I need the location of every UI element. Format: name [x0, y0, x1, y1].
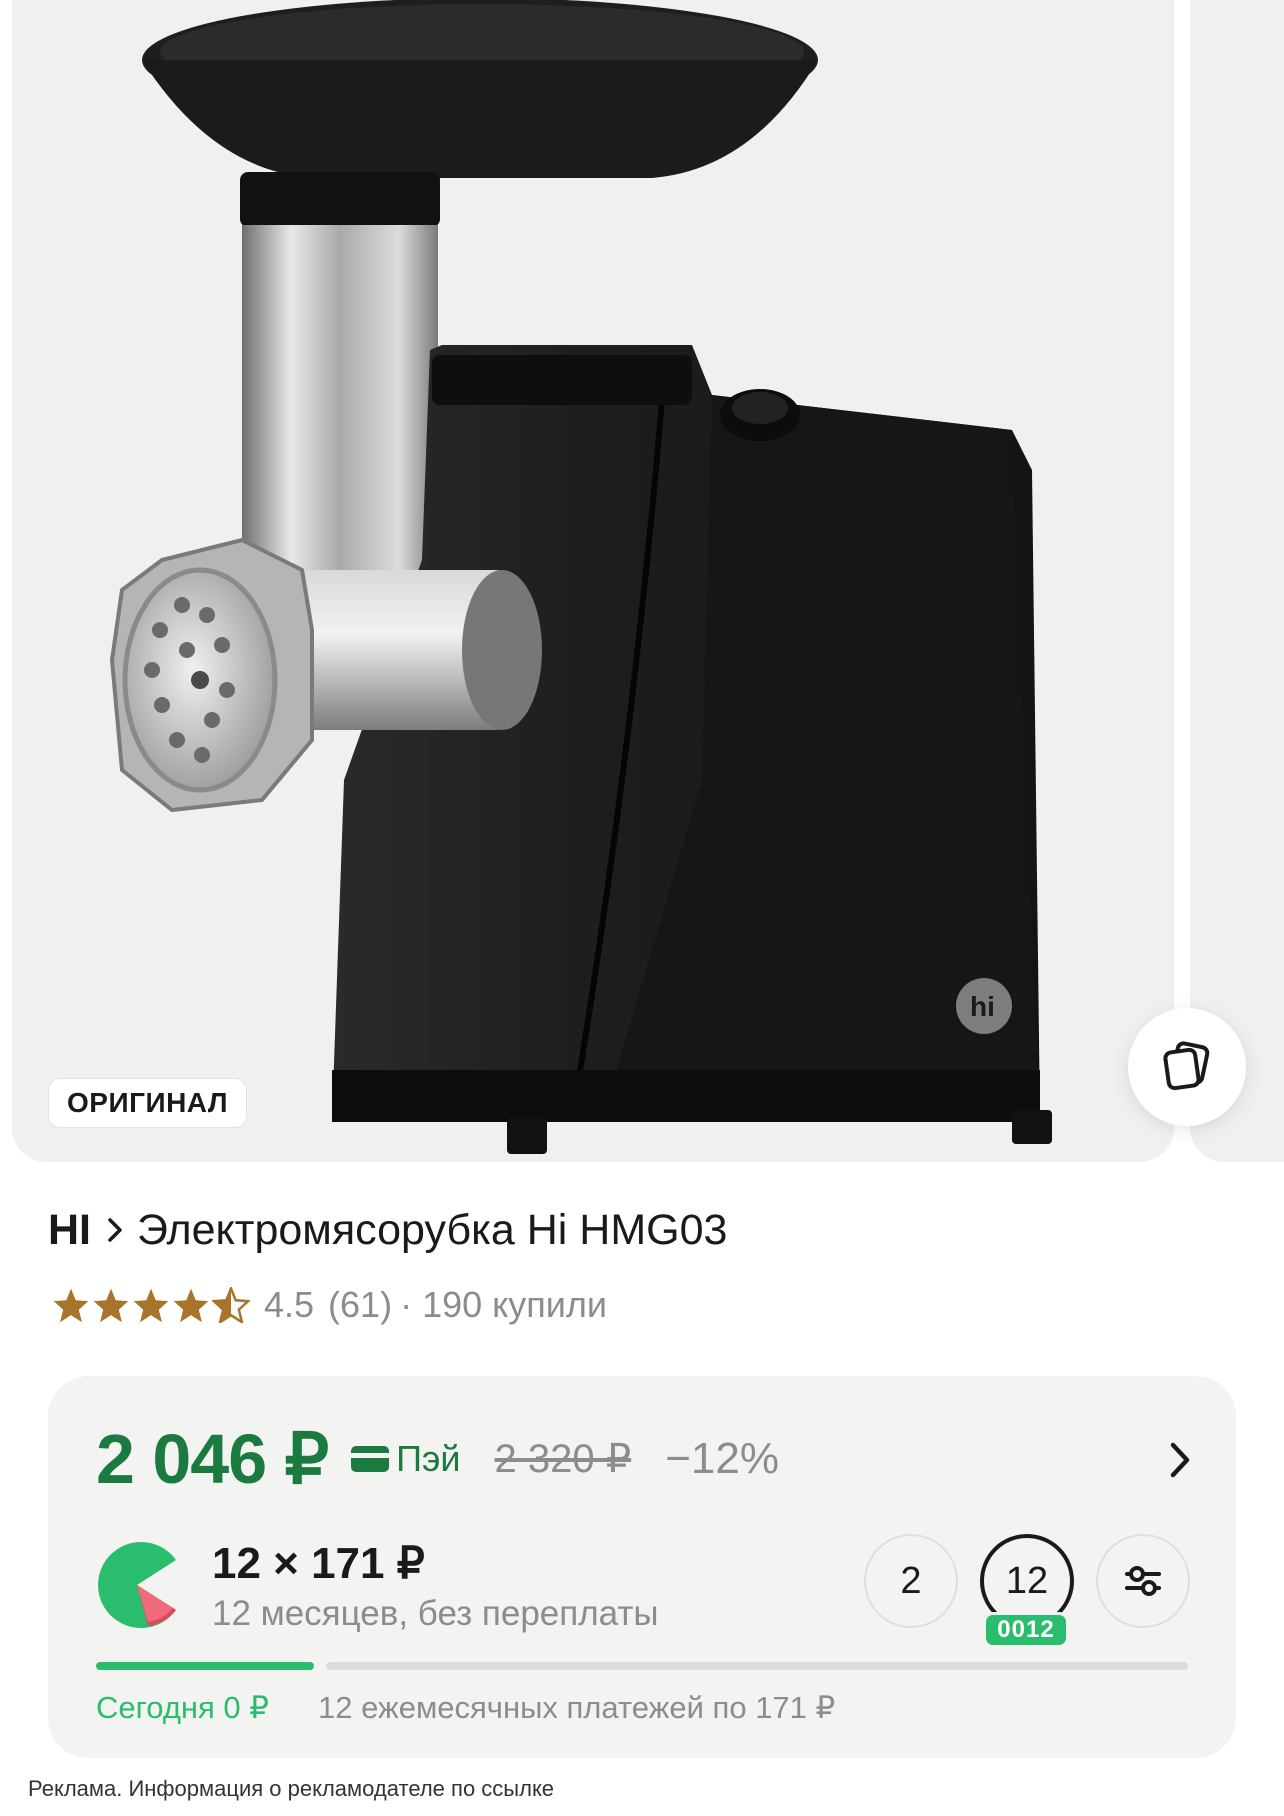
payment-progress [96, 1662, 1188, 1670]
star-icon [53, 1288, 89, 1323]
split-settings-button[interactable] [1096, 1534, 1190, 1628]
rating-row[interactable]: 4.5 (61) · 190 купили [52, 1284, 608, 1326]
brand-link[interactable]: HI [48, 1206, 91, 1255]
price-row: 2 046 ₽ Пэй 2 320 ₽ −12% [96, 1414, 779, 1504]
chevron-right-icon [107, 1217, 123, 1243]
half-star-icon [212, 1287, 250, 1323]
next-photo-preview[interactable] [1190, 0, 1284, 1162]
price-details-chevron-icon[interactable] [1160, 1438, 1200, 1482]
original-badge: ОРИГИНАЛ [48, 1078, 248, 1128]
star-icon [93, 1288, 129, 1323]
price-card[interactable]: 2 046 ₽ Пэй 2 320 ₽ −12% 12 × 171 ₽ 12 м… [48, 1376, 1236, 1758]
bought-count: · 190 купили [400, 1284, 608, 1325]
progress-paid-segment [96, 1662, 314, 1670]
ad-notice[interactable]: Реклама. Информация о рекламодателе по с… [28, 1776, 554, 1802]
pay-card-icon [350, 1444, 390, 1474]
reviews-count[interactable]: (61) [328, 1284, 392, 1326]
rating-value: 4.5 [264, 1284, 315, 1325]
split-amount: 12 × 171 ₽ [212, 1539, 425, 1588]
compare-button[interactable] [1128, 1008, 1246, 1126]
rating-stars [52, 1287, 250, 1323]
compare-cards-icon [1163, 1041, 1210, 1091]
product-title-row: HI Электромясорубка Hi HMG03 [48, 1202, 727, 1258]
product-photo[interactable]: hi [12, 0, 1174, 1162]
product-gallery[interactable]: hi ОРИГИНАЛ [0, 0, 1284, 1168]
today-payment: Сегодня 0 ₽ [96, 1690, 269, 1725]
split-description: 12 месяцев, без переплаты [212, 1594, 659, 1633]
progress-remaining-segment [326, 1662, 1188, 1670]
current-price: 2 046 ₽ [96, 1420, 329, 1498]
term-12-badge: 0012 [983, 1612, 1069, 1648]
monthly-payments: 12 ежемесячных платежей по 171 ₽ [318, 1690, 836, 1725]
product-logo: hi [970, 991, 995, 1022]
product-title: Электромясорубка Hi HMG03 [137, 1205, 728, 1254]
old-price: 2 320 ₽ [494, 1437, 632, 1481]
star-icon [133, 1288, 169, 1323]
discount-badge: −12% [665, 1434, 779, 1483]
star-icon [173, 1288, 209, 1323]
split-logo-icon [98, 1542, 176, 1628]
term-option-2[interactable]: 2 [864, 1534, 958, 1628]
meat-grinder-image: hi [109, 0, 1052, 1154]
pay-label: Пэй [396, 1438, 461, 1479]
sliders-icon [1125, 1566, 1161, 1596]
